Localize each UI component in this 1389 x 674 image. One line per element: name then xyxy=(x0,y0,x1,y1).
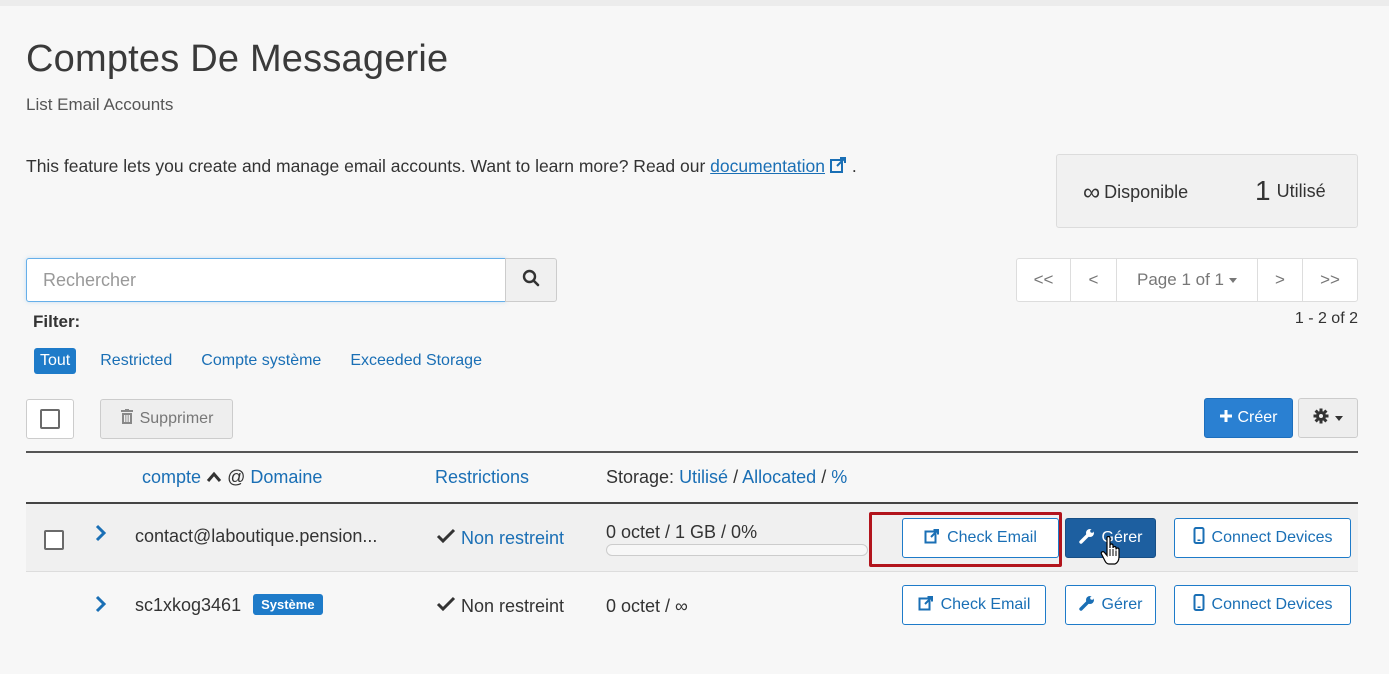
row-checkbox[interactable] xyxy=(44,530,64,550)
connect-devices-button[interactable]: Connect Devices xyxy=(1174,518,1351,558)
sort-storage-used-link[interactable]: Utilisé xyxy=(679,467,728,487)
external-link-icon xyxy=(918,595,934,616)
expand-row-icon[interactable] xyxy=(94,524,108,548)
account-name: sc1xkog3461 Système xyxy=(135,594,323,616)
check-icon xyxy=(436,528,456,548)
stat-used-value: 1 xyxy=(1255,175,1271,206)
sort-asc-icon xyxy=(206,467,222,487)
result-range: 1 - 2 of 2 xyxy=(1294,310,1358,327)
check-email-highlight xyxy=(869,512,1062,567)
storage-header-prefix: Storage: xyxy=(606,467,675,487)
storage-header-sep-2: / xyxy=(821,467,827,487)
select-all-checkbox[interactable] xyxy=(26,399,74,439)
storage-usage: 0 octet / ∞ xyxy=(606,596,688,616)
mobile-icon xyxy=(1193,594,1205,616)
filter-exceeded-storage[interactable]: Exceeded Storage xyxy=(350,352,482,370)
intro-suffix: . xyxy=(851,156,857,176)
search-button[interactable] xyxy=(505,258,557,302)
filter-restricted[interactable]: Restricted xyxy=(100,352,172,370)
chevron-down-icon xyxy=(1228,277,1237,283)
sort-account-link[interactable]: compte xyxy=(142,467,201,487)
page-select[interactable]: Page 1 of 1 xyxy=(1117,259,1258,301)
table-row: contact@laboutique.pension... Non restre… xyxy=(26,504,1358,572)
expand-row-icon[interactable] xyxy=(94,595,108,619)
top-border xyxy=(0,0,1389,6)
usage-stats: ∞ Disponible 1 Utilisé xyxy=(1056,154,1358,228)
restriction-link[interactable]: Non restreint xyxy=(461,528,564,548)
hand-cursor-icon xyxy=(1100,535,1122,571)
search-input[interactable] xyxy=(26,258,506,302)
stat-available: ∞ Disponible xyxy=(1083,179,1188,207)
restriction-label: Non restreint xyxy=(461,596,565,616)
sort-restrictions-link[interactable]: Restrictions xyxy=(435,467,529,487)
last-page-button[interactable]: >> xyxy=(1303,259,1357,301)
manage-label: Gérer xyxy=(1101,596,1143,613)
column-header-storage: Storage: Utilisé / Allocated / % xyxy=(606,467,847,488)
restriction-status: Non restreint xyxy=(436,528,564,549)
check-icon xyxy=(436,596,456,616)
column-header-account: compte @ Domaine xyxy=(142,467,322,488)
account-email: contact@laboutique.pension... xyxy=(135,526,378,546)
stat-available-label: Disponible xyxy=(1104,182,1189,202)
chevron-down-icon xyxy=(1335,415,1343,421)
filter-label: Filter: xyxy=(33,312,81,331)
check-email-label: Check Email xyxy=(940,596,1031,613)
storage-header-sep-1: / xyxy=(733,467,739,487)
filter-options: Tout Restricted Compte système Exceeded … xyxy=(34,348,511,374)
connect-devices-button[interactable]: Connect Devices xyxy=(1174,585,1351,625)
column-header-at: @ xyxy=(227,467,246,487)
create-button[interactable]: Créer xyxy=(1204,398,1293,438)
system-badge: Système xyxy=(253,594,323,615)
search-icon xyxy=(522,269,540,292)
documentation-link[interactable]: documentation xyxy=(710,156,825,176)
stat-used: 1 Utilisé xyxy=(1255,175,1326,207)
mobile-icon xyxy=(1193,527,1205,549)
connect-devices-label: Connect Devices xyxy=(1211,596,1333,613)
filter-system-account[interactable]: Compte système xyxy=(201,352,321,370)
delete-button-label: Supprimer xyxy=(139,410,214,427)
connect-devices-label: Connect Devices xyxy=(1211,529,1333,546)
restriction-status: Non restreint xyxy=(436,596,564,617)
table-row: sc1xkog3461 Système Non restreint 0 octet… xyxy=(26,573,1358,641)
trash-icon xyxy=(120,409,134,429)
storage-progress-bar xyxy=(606,544,868,556)
external-link-icon[interactable] xyxy=(829,156,847,179)
page-subtitle: List Email Accounts xyxy=(26,95,174,114)
settings-dropdown-button[interactable] xyxy=(1298,398,1358,438)
table-top-divider xyxy=(26,451,1358,453)
delete-button[interactable]: Supprimer xyxy=(100,399,233,439)
sort-storage-percent-link[interactable]: % xyxy=(831,467,847,487)
checkbox-box xyxy=(40,409,60,429)
prev-page-button[interactable]: < xyxy=(1071,259,1117,301)
intro-text: This feature lets you create and manage … xyxy=(26,156,857,179)
plus-icon xyxy=(1219,409,1233,428)
sort-domain-link[interactable]: Domaine xyxy=(250,467,322,487)
storage-usage: 0 octet / 1 GB / 0% xyxy=(606,522,758,542)
create-button-label: Créer xyxy=(1237,409,1278,426)
stat-available-value: ∞ xyxy=(1083,179,1101,206)
intro-body: This feature lets you create and manage … xyxy=(26,156,711,176)
wrench-icon xyxy=(1078,528,1095,549)
manage-button[interactable]: Gérer xyxy=(1065,585,1156,625)
next-page-button[interactable]: > xyxy=(1258,259,1303,301)
sort-storage-allocated-link[interactable]: Allocated xyxy=(742,467,816,487)
page-title: Comptes De Messagerie xyxy=(26,38,449,80)
filter-all[interactable]: Tout xyxy=(34,348,77,374)
column-header-restrictions: Restrictions xyxy=(435,467,529,488)
account-username: sc1xkog3461 xyxy=(135,595,242,615)
first-page-button[interactable]: << xyxy=(1017,259,1071,301)
gear-icon xyxy=(1313,408,1329,429)
check-email-button[interactable]: Check Email xyxy=(902,585,1046,625)
stat-used-label: Utilisé xyxy=(1276,181,1326,201)
wrench-icon xyxy=(1078,595,1095,616)
page-select-label: Page 1 of 1 xyxy=(1137,270,1224,289)
pagination: << < Page 1 of 1 > >> xyxy=(1016,258,1358,302)
